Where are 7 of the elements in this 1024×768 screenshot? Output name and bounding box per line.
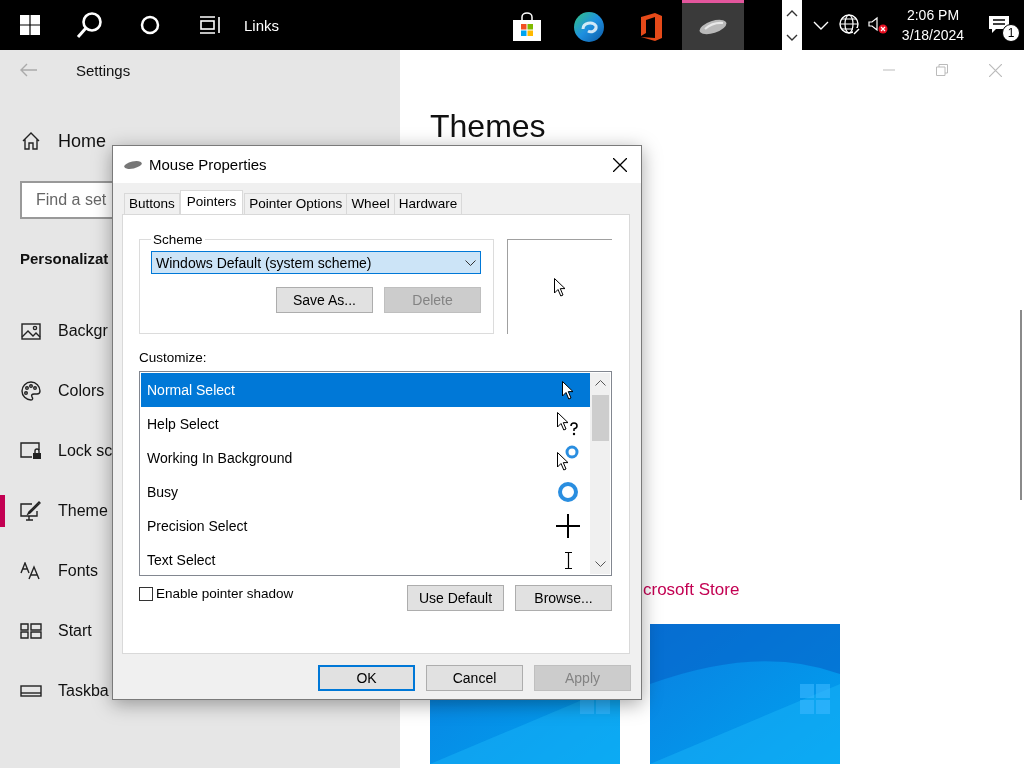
section-heading: Personalizat xyxy=(20,248,109,269)
dialog-title: Mouse Properties xyxy=(149,156,268,173)
customize-label: Customize: xyxy=(139,350,208,365)
window-title: Settings xyxy=(76,61,131,79)
page-heading: Themes xyxy=(430,108,547,144)
notification-count: 1 xyxy=(1002,24,1020,42)
group-label: Scheme xyxy=(152,232,204,247)
